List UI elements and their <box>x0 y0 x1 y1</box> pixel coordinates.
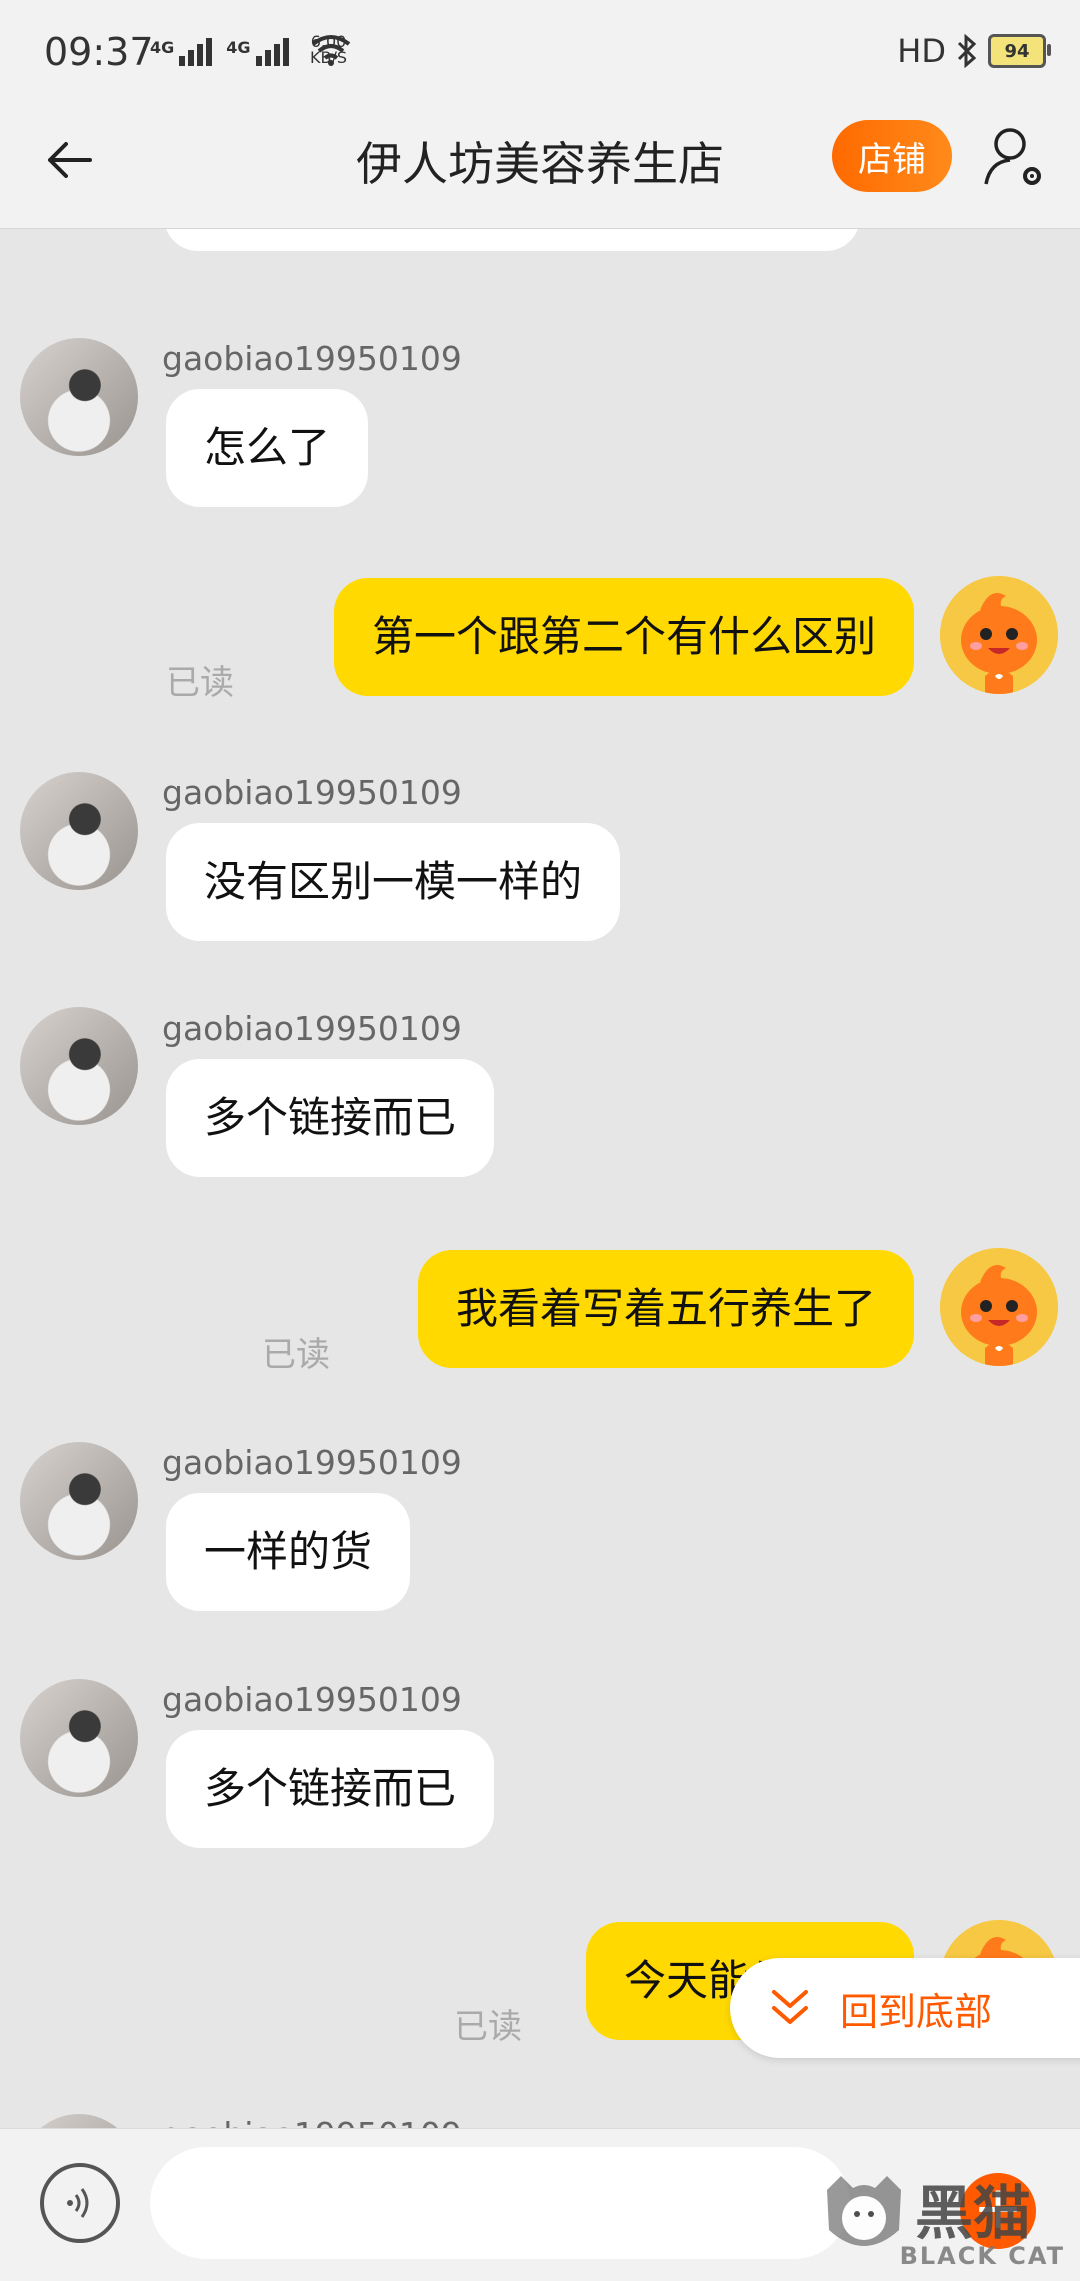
watermark-cn: 黑猫 <box>915 2179 1032 2247</box>
chat-area[interactable]: 谢谢 ♣ gaobiao19950109 怎么了 已读 第一个跟第二个有什么区别… <box>0 229 1080 2129</box>
network-speed: 6.00 KB/S <box>310 32 348 67</box>
message-bubble-partial: 谢谢 ♣ <box>164 229 860 251</box>
avatar[interactable] <box>20 338 138 456</box>
read-status: 已读 <box>166 663 234 703</box>
bot-avatar-icon[interactable] <box>940 576 1058 694</box>
status-bar: 09:37 4G 4G 6.00 KB/S HD 94 <box>0 0 1080 100</box>
message-input[interactable] <box>150 2147 850 2259</box>
avatar[interactable] <box>20 2114 138 2129</box>
avatar[interactable] <box>20 1679 138 1797</box>
message-bubble[interactable]: 多个链接而已 <box>166 1059 495 1177</box>
avatar[interactable] <box>20 1007 138 1125</box>
message-bubble[interactable]: 一样的货 <box>166 1493 411 1611</box>
message-bubble[interactable]: 第一个跟第二个有什么区别 <box>333 578 914 696</box>
watermark-logo: 黑猫 BLACK CAT <box>815 2166 1075 2276</box>
read-status: 已读 <box>262 1335 330 1375</box>
battery-icon: 94 <box>988 34 1051 68</box>
avatar[interactable] <box>20 1442 138 1560</box>
username: gaobiao19950109 <box>162 1443 462 1482</box>
avatar[interactable] <box>20 772 138 890</box>
voice-input-button[interactable] <box>40 2163 120 2243</box>
status-time: 09:37 <box>44 30 154 74</box>
read-status: 已读 <box>454 2007 522 2047</box>
sound-wave-icon <box>67 2188 89 2218</box>
message-bubble[interactable]: 多个链接而已 <box>166 1730 495 1848</box>
bluetooth-icon <box>957 34 977 68</box>
username: gaobiao19950109 <box>162 1680 462 1719</box>
bot-avatar-icon[interactable] <box>940 1248 1058 1366</box>
black-cat-logo-icon <box>827 2176 901 2246</box>
shop-button[interactable]: 店铺 <box>832 120 952 192</box>
status-right: HD 94 <box>897 32 1051 70</box>
username: gaobiao19950109 <box>162 773 462 812</box>
message-bubble[interactable]: 没有区别一模一样的 <box>166 823 621 941</box>
hd-indicator: HD <box>897 32 946 70</box>
watermark-en: BLACK CAT <box>899 2242 1065 2270</box>
chat-header: 伊人坊美容养生店 店铺 <box>0 100 1080 229</box>
back-to-bottom-label: 回到底部 <box>840 1989 993 2034</box>
back-to-bottom-button[interactable]: 回到底部 <box>730 1958 1080 2058</box>
user-settings-icon[interactable] <box>980 122 1050 192</box>
message-bubble[interactable]: 怎么了 <box>166 389 369 507</box>
signal-1-icon: 4G <box>150 38 213 66</box>
signal-2-icon: 4G <box>226 38 289 66</box>
message-bubble[interactable]: 我看着写着五行养生了 <box>417 1250 914 1368</box>
username: gaobiao19950109 <box>162 2115 462 2129</box>
username: gaobiao19950109 <box>162 1009 462 1048</box>
username: gaobiao19950109 <box>162 339 462 378</box>
double-chevron-down-icon <box>772 1990 808 2024</box>
